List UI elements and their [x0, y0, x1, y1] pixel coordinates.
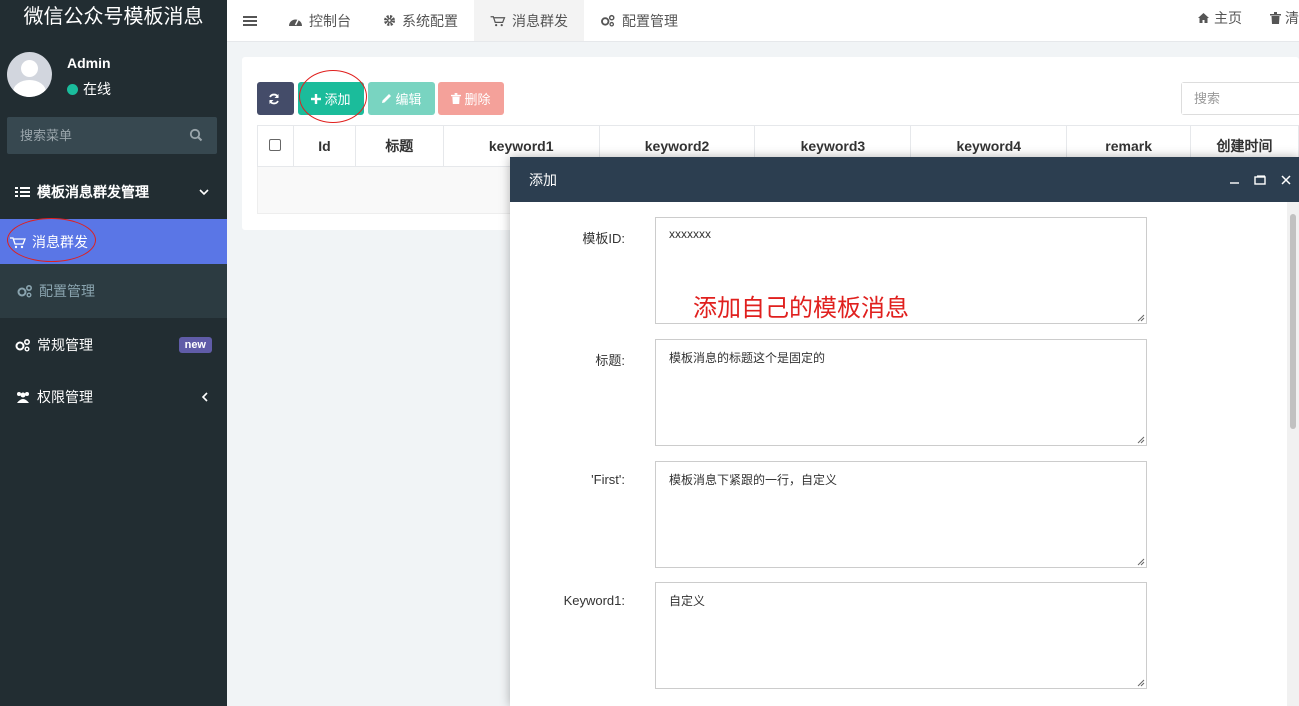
trash-icon — [1270, 11, 1281, 24]
table-search-input[interactable] — [1182, 83, 1299, 114]
users-icon — [17, 391, 29, 403]
select-all-checkbox[interactable] — [269, 139, 282, 151]
sidebar-item-label: 模板消息群发管理 — [37, 184, 149, 200]
home-label: 主页 — [1214, 9, 1242, 26]
edit-button[interactable]: 编辑 — [368, 82, 435, 115]
sidebar-search-input[interactable] — [7, 117, 217, 154]
maximize-icon[interactable] — [1247, 174, 1273, 185]
gears-icon — [601, 14, 615, 27]
sidebar-item-permission[interactable]: 权限管理 — [0, 372, 227, 421]
refresh-button[interactable] — [257, 82, 294, 115]
title-field[interactable]: 模板消息的标题这个是固定的 — [655, 339, 1147, 446]
minimize-icon[interactable] — [1221, 174, 1247, 185]
user-name: Admin — [67, 55, 111, 71]
sidebar-item-label: 权限管理 — [37, 388, 93, 405]
submenu: 配置管理 — [0, 264, 227, 318]
select-all-cell — [257, 125, 294, 167]
tab-system-config[interactable]: 系统配置 — [367, 0, 474, 41]
dialog-title: 添加 — [529, 171, 557, 188]
app-logo[interactable]: 微信公众号模板消息 — [0, 0, 227, 35]
scrollbar-thumb[interactable] — [1290, 214, 1296, 429]
menu-toggle-icon[interactable] — [227, 0, 272, 41]
column-header[interactable]: Id — [292, 125, 356, 167]
table-search — [1181, 82, 1299, 115]
dialog-body: 模板ID: xxxxxxx 添加自己的模板消息 标题: 模板消息的标题这个是固定… — [510, 202, 1299, 706]
sidebar: 微信公众号模板消息 Admin 在线 模板消息群发管理 消息群发 配置管理 — [0, 0, 227, 706]
sidebar-item-config[interactable]: 配置管理 — [0, 264, 227, 318]
tab-config-manage[interactable]: 配置管理 — [584, 0, 694, 41]
sidebar-item-label: 配置管理 — [39, 283, 95, 299]
field-label: 标题: — [595, 353, 625, 368]
sidebar-item-label: 常规管理 — [37, 337, 93, 353]
dialog-scrollbar[interactable] — [1287, 202, 1299, 706]
plus-icon — [311, 93, 322, 104]
tab-label: 系统配置 — [402, 12, 458, 29]
sidebar-item-message-send[interactable]: 消息群发 — [0, 219, 227, 264]
avatar[interactable] — [7, 52, 52, 97]
tab-label: 控制台 — [309, 12, 351, 29]
add-button[interactable]: 添加 — [298, 82, 364, 115]
field-label: 模板ID: — [582, 231, 625, 246]
new-badge: new — [178, 337, 212, 353]
sidebar-item-general[interactable]: 常规管理 new — [0, 318, 227, 372]
tab-message-send[interactable]: 消息群发 — [474, 0, 584, 41]
tab-dashboard[interactable]: 控制台 — [272, 0, 367, 41]
home-icon — [1198, 12, 1209, 23]
field-value: 自定义 — [669, 594, 706, 608]
field-value: 模板消息下紧跟的一行，自定义 — [669, 473, 838, 487]
pencil-icon — [382, 94, 392, 103]
tab-label: 消息群发 — [512, 12, 568, 29]
online-dot-icon — [67, 83, 78, 95]
delete-button[interactable]: 删除 — [438, 82, 504, 115]
field-label: 'First': — [591, 472, 625, 487]
resize-grip-icon[interactable] — [1136, 313, 1145, 322]
top-nav-right: 主页 清 — [1183, 0, 1299, 35]
search-icon[interactable] — [189, 128, 203, 142]
gears-icon — [17, 284, 33, 298]
user-status-text: 在线 — [83, 81, 111, 97]
close-icon[interactable] — [1273, 174, 1299, 185]
dashboard-icon — [289, 19, 302, 26]
dialog-header[interactable]: 添加 — [510, 157, 1299, 202]
sidebar-search — [7, 117, 217, 154]
trash-icon — [451, 93, 462, 104]
field-value: 模板消息的标题这个是固定的 — [669, 351, 826, 365]
edit-label: 编辑 — [395, 92, 422, 107]
refresh-icon — [269, 93, 279, 104]
add-label: 添加 — [324, 92, 351, 107]
column-header[interactable]: 标题 — [354, 125, 444, 167]
resize-grip-icon[interactable] — [1136, 435, 1145, 444]
dialog-controls — [1221, 157, 1299, 202]
add-dialog: 添加 模板ID: xxxxxxx 添加自己的模板消息 标题: 模板消息的标题这个… — [510, 157, 1299, 706]
clear-cache-link[interactable]: 清 — [1256, 8, 1299, 28]
sidebar-item-label: 消息群发 — [32, 233, 88, 250]
cart-icon — [490, 16, 506, 27]
annotation-text: 添加自己的模板消息 — [693, 294, 909, 322]
keyword1-field[interactable]: 自定义 — [655, 582, 1147, 689]
chevron-down-icon — [199, 189, 209, 196]
tab-label: 配置管理 — [622, 12, 678, 29]
resize-grip-icon[interactable] — [1136, 678, 1145, 687]
first-field[interactable]: 模板消息下紧跟的一行，自定义 — [655, 461, 1147, 568]
sidebar-menu: 模板消息群发管理 消息群发 配置管理 常规管理 new 权限管理 — [0, 170, 227, 421]
home-link[interactable]: 主页 — [1183, 8, 1256, 28]
clear-label: 清 — [1285, 9, 1299, 26]
sidebar-item-template-group[interactable]: 模板消息群发管理 — [0, 170, 227, 214]
gears-icon — [15, 338, 31, 352]
resize-grip-icon[interactable] — [1136, 557, 1145, 566]
field-label: Keyword1: — [563, 593, 625, 608]
user-panel: Admin 在线 — [7, 49, 227, 99]
user-status: 在线 — [67, 79, 111, 99]
top-nav: 控制台 系统配置 消息群发 配置管理 主页 清 — [227, 0, 1299, 42]
field-value: xxxxxxx — [669, 227, 711, 241]
delete-label: 删除 — [464, 92, 491, 107]
cart-icon — [10, 236, 26, 248]
chevron-left-icon — [201, 391, 208, 402]
gear-icon — [384, 15, 395, 26]
list-icon — [15, 187, 30, 197]
